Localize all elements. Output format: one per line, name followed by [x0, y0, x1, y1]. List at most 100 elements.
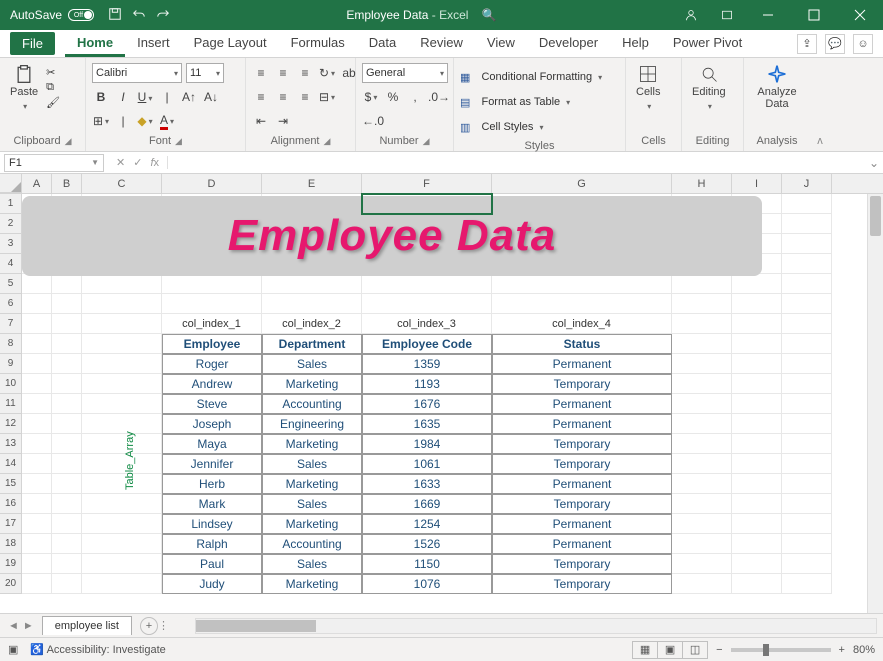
grid-cell[interactable]: [782, 474, 832, 494]
tab-review[interactable]: Review: [408, 31, 475, 57]
grid-cell[interactable]: [52, 394, 82, 414]
sheet-tab[interactable]: employee list: [42, 616, 132, 635]
grid-cell[interactable]: [672, 514, 732, 534]
table-cell[interactable]: 1676: [362, 394, 492, 414]
column-header[interactable]: A: [22, 174, 52, 193]
grid-cell[interactable]: [782, 574, 832, 594]
grid-cell[interactable]: [82, 314, 162, 334]
grid-cell[interactable]: [782, 494, 832, 514]
table-cell[interactable]: 1984: [362, 434, 492, 454]
table-cell[interactable]: 1061: [362, 454, 492, 474]
row-header[interactable]: 16: [0, 494, 22, 514]
spreadsheet-grid[interactable]: ABCDEFGHIJ 1234567col_index_1col_index_2…: [0, 174, 883, 613]
horizontal-scrollbar[interactable]: [195, 618, 877, 634]
select-all-corner[interactable]: [0, 174, 22, 193]
table-cell[interactable]: Ralph: [162, 534, 262, 554]
grid-cell[interactable]: [672, 294, 732, 314]
table-cell[interactable]: Temporary: [492, 434, 672, 454]
record-macro-icon[interactable]: ▣: [8, 643, 18, 656]
table-cell[interactable]: 1633: [362, 474, 492, 494]
column-header[interactable]: E: [262, 174, 362, 193]
table-cell[interactable]: Temporary: [492, 454, 672, 474]
row-header[interactable]: 12: [0, 414, 22, 434]
grid-cell[interactable]: [82, 394, 162, 414]
grid-cell[interactable]: [22, 394, 52, 414]
grid-cell[interactable]: [492, 274, 672, 294]
tab-insert[interactable]: Insert: [125, 31, 182, 57]
increase-decimal-icon[interactable]: .0→: [428, 88, 450, 106]
grid-cell[interactable]: [52, 334, 82, 354]
column-header[interactable]: F: [362, 174, 492, 193]
increase-indent-icon[interactable]: ⇥: [274, 112, 292, 130]
row-header[interactable]: 18: [0, 534, 22, 554]
grid-cell[interactable]: [22, 514, 52, 534]
grid-cell[interactable]: [22, 474, 52, 494]
tab-data[interactable]: Data: [357, 31, 408, 57]
row-header[interactable]: 1: [0, 194, 22, 214]
tab-developer[interactable]: Developer: [527, 31, 610, 57]
row-header[interactable]: 5: [0, 274, 22, 294]
row-header[interactable]: 2: [0, 214, 22, 234]
table-cell[interactable]: Marketing: [262, 434, 362, 454]
grid-cell[interactable]: [52, 314, 82, 334]
save-icon[interactable]: [108, 7, 122, 24]
table-header[interactable]: Employee Code: [362, 334, 492, 354]
enter-formula-icon[interactable]: ✓: [133, 156, 142, 169]
grid-cell[interactable]: [672, 474, 732, 494]
grid-cell[interactable]: [82, 514, 162, 534]
ribbon-display-icon[interactable]: [709, 0, 745, 30]
grid-cell[interactable]: [22, 434, 52, 454]
table-cell[interactable]: 1635: [362, 414, 492, 434]
zoom-level[interactable]: 80%: [853, 644, 875, 656]
grid-cell[interactable]: [82, 334, 162, 354]
grid-cell[interactable]: col_index_2: [262, 314, 362, 334]
column-header[interactable]: D: [162, 174, 262, 193]
table-cell[interactable]: Permanent: [492, 394, 672, 414]
dialog-launcher-icon[interactable]: ◢: [423, 136, 430, 147]
decrease-font-icon[interactable]: A↓: [202, 88, 220, 106]
table-cell[interactable]: Marketing: [262, 374, 362, 394]
table-cell[interactable]: Maya: [162, 434, 262, 454]
font-size-combo[interactable]: 11: [186, 63, 224, 83]
tab-page-layout[interactable]: Page Layout: [182, 31, 279, 57]
table-cell[interactable]: Lindsey: [162, 514, 262, 534]
expand-formula-bar-icon[interactable]: ⌄: [865, 156, 883, 170]
row-header[interactable]: 19: [0, 554, 22, 574]
table-cell[interactable]: Marketing: [262, 574, 362, 594]
grid-cell[interactable]: [672, 274, 732, 294]
grid-cell[interactable]: [162, 294, 262, 314]
italic-button[interactable]: I: [114, 88, 132, 106]
align-bottom-icon[interactable]: ≡: [296, 64, 314, 82]
table-cell[interactable]: Judy: [162, 574, 262, 594]
zoom-in-button[interactable]: +: [839, 644, 845, 656]
decrease-indent-icon[interactable]: ⇤: [252, 112, 270, 130]
grid-cell[interactable]: [672, 414, 732, 434]
grid-cell[interactable]: [732, 414, 782, 434]
decrease-decimal-icon[interactable]: ←.0: [362, 112, 384, 130]
collapse-ribbon-icon[interactable]: ʌ: [810, 58, 830, 151]
tab-formulas[interactable]: Formulas: [279, 31, 357, 57]
table-cell[interactable]: Marketing: [262, 514, 362, 534]
grid-cell[interactable]: [22, 374, 52, 394]
table-cell[interactable]: Jennifer: [162, 454, 262, 474]
align-right-icon[interactable]: ≡: [296, 88, 314, 106]
grid-cell[interactable]: [672, 454, 732, 474]
table-cell[interactable]: 1359: [362, 354, 492, 374]
tab-view[interactable]: View: [475, 31, 527, 57]
row-header[interactable]: 9: [0, 354, 22, 374]
fx-icon[interactable]: fx: [150, 157, 159, 169]
merge-icon[interactable]: ⊟: [318, 88, 336, 106]
table-cell[interactable]: 1150: [362, 554, 492, 574]
grid-cell[interactable]: [732, 374, 782, 394]
conditional-formatting-button[interactable]: ▦ Conditional Formatting: [460, 66, 602, 88]
grid-cell[interactable]: [22, 454, 52, 474]
percent-format-icon[interactable]: %: [384, 88, 402, 106]
grid-cell[interactable]: [782, 374, 832, 394]
table-cell[interactable]: Permanent: [492, 354, 672, 374]
grid-cell[interactable]: [672, 354, 732, 374]
grid-cell[interactable]: [732, 354, 782, 374]
grid-cell[interactable]: [22, 494, 52, 514]
table-cell[interactable]: Andrew: [162, 374, 262, 394]
grid-cell[interactable]: [782, 354, 832, 374]
grid-cell[interactable]: [82, 374, 162, 394]
